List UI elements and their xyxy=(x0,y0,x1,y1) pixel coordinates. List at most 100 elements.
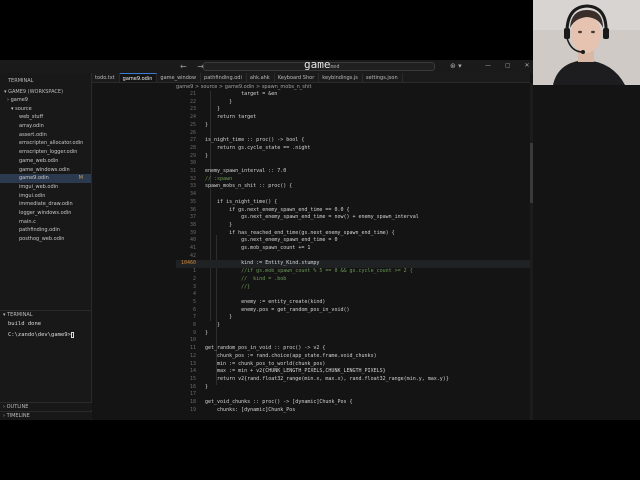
terminal-section[interactable]: ▾ TERMINAL xyxy=(0,310,92,318)
timeline-section[interactable]: › TIMELINE xyxy=(0,411,92,419)
code-line[interactable]: 38 } xyxy=(176,222,530,230)
editor-tab[interactable]: settings.json xyxy=(363,73,403,82)
window-controls[interactable]: — ▢ ✕ xyxy=(485,62,536,69)
file-label: posthog_web.odin xyxy=(19,236,65,242)
code-line[interactable]: 35 if is_night_time() { xyxy=(176,199,530,207)
code-line[interactable]: 26 xyxy=(176,130,530,138)
code-line[interactable]: 31 enemy_spawn_interval :: 7.0 xyxy=(176,168,530,176)
code-line[interactable]: 18 get_void_chunks :: proc() -> [dynamic]… xyxy=(176,399,530,407)
code-line[interactable]: 28 return gs.cycle_state == .night xyxy=(176,145,530,153)
code-line[interactable]: 30 xyxy=(176,160,530,168)
line-number: 26 xyxy=(189,129,196,136)
file-item[interactable]: main.c xyxy=(0,218,91,227)
copilot-icon[interactable]: ⊛ ▾ xyxy=(450,62,462,70)
code-line[interactable]: 5 enemy := entity_create(kind) xyxy=(176,299,530,307)
line-number: 32 xyxy=(189,175,196,182)
code-line[interactable]: 7 } xyxy=(176,314,530,322)
code-line[interactable]: 2 // kind = .bob xyxy=(176,276,530,284)
line-number: 31 xyxy=(189,168,196,174)
code-line[interactable]: 16} xyxy=(176,384,530,392)
webcam-person-icon xyxy=(533,0,640,85)
line-number: 29 xyxy=(189,152,196,159)
code-line[interactable]: 23 } xyxy=(176,106,530,114)
code-line[interactable]: 4 xyxy=(176,291,530,299)
file-item[interactable]: web_stuff xyxy=(0,113,91,122)
terminal-panel[interactable]: build done C:\zando\dev\game9> xyxy=(0,319,92,341)
code-line[interactable]: 25} xyxy=(176,122,530,130)
editor-tab[interactable]: pathfinding.odi xyxy=(201,73,247,82)
code-line[interactable]: 37 gs.next_enemy_spawn_end_time = now() … xyxy=(176,214,530,222)
code-line[interactable]: 41 gs.mob_spawn_count += 1 xyxy=(176,245,530,253)
code-text: chunks: [dynamic]Chunk_Pos xyxy=(205,406,296,413)
code-line[interactable]: 1 //if gs.mob_spawn_count % 5 == 0 && gs… xyxy=(176,268,530,276)
outline-section[interactable]: › OUTLINE xyxy=(0,402,92,410)
file-list: web_stuff array.odin assert.odin emscripten… xyxy=(0,113,91,243)
code-line[interactable]: 22 } xyxy=(176,99,530,107)
file-item[interactable]: game_windows.odin xyxy=(0,166,91,175)
code-editor[interactable]: 21 target = &en 22 } 23 } 24 return target 2… xyxy=(176,91,530,420)
editor-tab[interactable]: todo.txt xyxy=(92,73,120,82)
terminal-prompt[interactable]: C:\zando\dev\game9> xyxy=(8,330,92,341)
code-line[interactable]: 21 target = &en xyxy=(176,91,530,99)
code-line[interactable]: 29} xyxy=(176,153,530,161)
file-item[interactable]: emscripten_logger.odin xyxy=(0,148,91,157)
file-item[interactable]: array.odin xyxy=(0,122,91,131)
breadcrumb[interactable]: game9 > source > game9.odin > spawn_mobs… xyxy=(176,83,311,91)
code-line[interactable]: 40 gs.next_enemy_spawn_end_time = 0 xyxy=(176,237,530,245)
file-item[interactable]: emscripten_allocator.odin xyxy=(0,139,91,148)
code-line[interactable]: 9} xyxy=(176,330,530,338)
file-item[interactable]: posthog_web.odin xyxy=(0,235,91,244)
code-text: get_random_pos_in_void :: proc() -> v2 { xyxy=(205,345,326,352)
code-line[interactable]: 6 enemy.pos = get_random_pos_in_void() xyxy=(176,307,530,315)
code-text: spawn_mobs_n_shit :: proc() { xyxy=(205,183,293,190)
code-line[interactable]: 19 chunks: [dynamic]Chunk_Pos xyxy=(176,407,530,415)
code-line[interactable]: 39 if has_reached_end_time(gs.next_enemy… xyxy=(176,230,530,238)
code-line[interactable]: 17 xyxy=(176,391,530,399)
code-text: } xyxy=(205,329,209,336)
code-text: // :spawn xyxy=(205,175,233,182)
scroll-thumb[interactable] xyxy=(530,143,533,203)
code-line[interactable]: 24 return target xyxy=(176,114,530,122)
editor-scrollbar[interactable] xyxy=(530,83,533,420)
code-line[interactable]: 10 xyxy=(176,337,530,345)
file-item[interactable]: pathfinding.odin xyxy=(0,226,91,235)
code-line[interactable]: 10460 kind := Entity_Kind.stumpy xyxy=(176,260,530,269)
editor-tab[interactable]: keybindings.js xyxy=(319,73,363,82)
line-number: 5 xyxy=(192,298,196,305)
editor-tab[interactable]: game9.odin xyxy=(119,73,158,82)
code-text: chunk_pos := rand.choice(app_state.frame… xyxy=(205,352,377,359)
file-item[interactable]: logger_windows.odin xyxy=(0,209,91,218)
code-line[interactable]: 27 is_night_time :: proc() -> bool { xyxy=(176,137,530,145)
line-number: 11 xyxy=(189,345,196,352)
folder-source[interactable]: ▾ source xyxy=(0,105,91,114)
line-number: 38 xyxy=(189,221,196,228)
folder-root[interactable]: › game9 xyxy=(0,96,91,105)
code-line[interactable]: 8 } xyxy=(176,322,530,330)
code-line[interactable]: 36 if gs.next_enemy_spawn_end_time == 0.… xyxy=(176,207,530,215)
workspace-title[interactable]: ▾ GAME9 (WORKSPACE) xyxy=(0,88,91,96)
file-item[interactable]: imgui_web.odin xyxy=(0,183,91,192)
code-line[interactable]: 32 // :spawn xyxy=(176,176,530,184)
code-line[interactable]: 34 xyxy=(176,191,530,199)
file-item[interactable]: imgui.odin xyxy=(0,192,91,201)
file-item[interactable]: game_web.odin xyxy=(0,157,91,166)
file-label: logger_windows.odin xyxy=(19,209,72,216)
code-text: min := chunk_pos_to_world(chunk_pos) xyxy=(205,360,326,367)
code-text: kind := Entity_Kind.stumpy xyxy=(205,260,320,267)
code-line[interactable]: 13 min := chunk_pos_to_world(chunk_pos) xyxy=(176,361,530,369)
editor-tab[interactable]: Keyboard Shor xyxy=(275,73,320,82)
code-line[interactable]: 12 chunk_pos := rand.choice(app_state.fr… xyxy=(176,353,530,361)
file-item[interactable]: game9.odin M xyxy=(0,174,91,183)
file-item[interactable]: immediate_draw.odin xyxy=(0,200,91,209)
editor-tab[interactable]: game_window xyxy=(157,73,202,82)
code-line[interactable]: 3 //} xyxy=(176,284,530,292)
code-line[interactable]: 11 get_random_pos_in_void :: proc() -> v2… xyxy=(176,345,530,353)
code-line[interactable]: 42 xyxy=(176,253,530,261)
code-line[interactable]: 14 max := min + v2{CHUNK_LENGTH_PIXELS,C… xyxy=(176,368,530,376)
file-label: array.odin xyxy=(19,123,44,130)
editor-tab[interactable]: ahk.ahk xyxy=(247,73,275,82)
code-line[interactable]: 33 spawn_mobs_n_shit :: proc() { xyxy=(176,183,530,191)
file-item[interactable]: assert.odin xyxy=(0,131,91,140)
code-line[interactable]: 15 return v2{rand.float32_range(min.x, m… xyxy=(176,376,530,384)
line-number: 36 xyxy=(189,206,196,213)
